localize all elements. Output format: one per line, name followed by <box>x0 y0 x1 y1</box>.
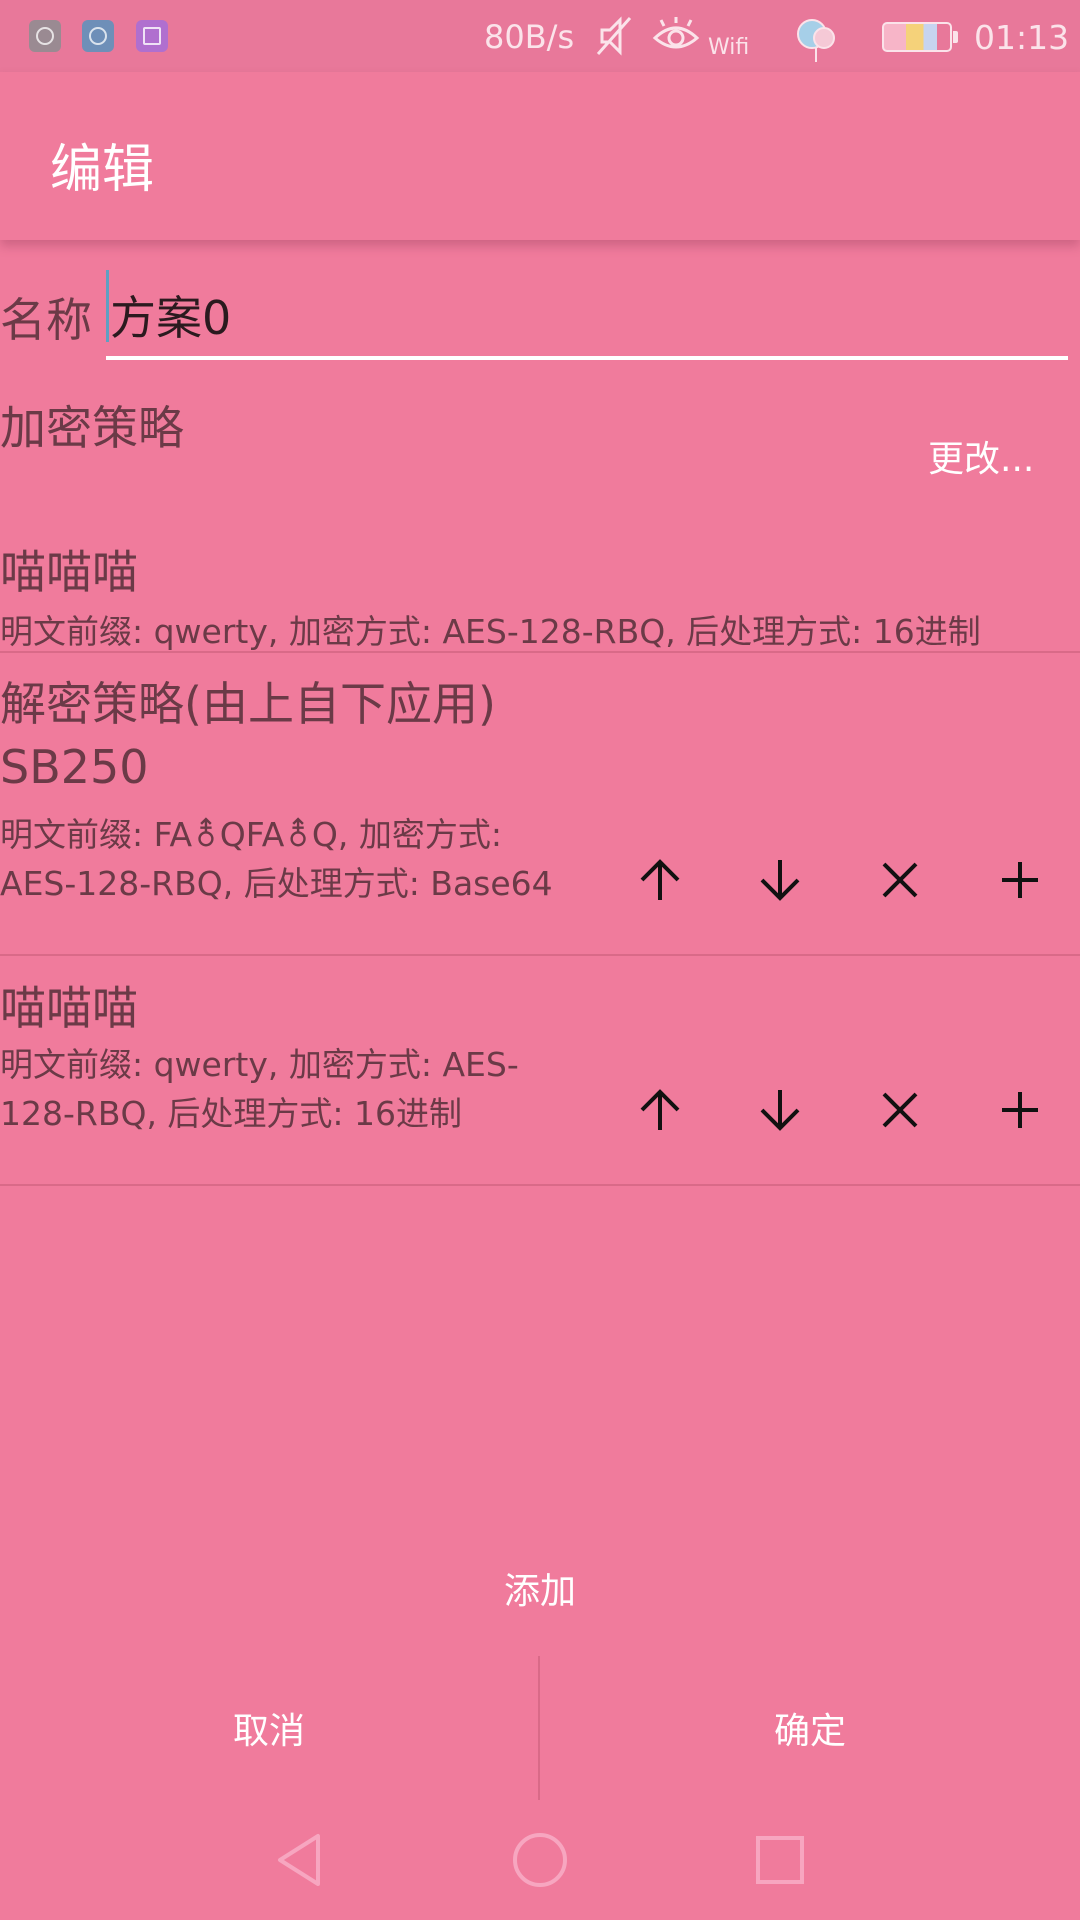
name-field[interactable]: 方案0 <box>106 268 1068 360</box>
home-icon <box>513 1833 567 1887</box>
clock: 01:13 <box>974 18 1070 57</box>
arrow-up-icon <box>640 1089 680 1130</box>
battery-icon <box>882 22 958 52</box>
divider <box>0 651 1080 653</box>
move-down-button[interactable] <box>740 1070 820 1150</box>
name-input-value[interactable]: 方案0 <box>110 282 231 348</box>
recents-icon <box>756 1836 804 1884</box>
mute-icon <box>594 14 634 69</box>
text-cursor <box>106 270 109 342</box>
close-icon <box>882 862 918 898</box>
decryption-heading: 解密策略(由上自下应用) <box>0 677 496 731</box>
back-button[interactable] <box>268 1828 332 1892</box>
recents-button[interactable] <box>748 1828 812 1892</box>
encryption-strategy-description: 明文前缀: qwerty, 加密方式: AES-128-RBQ, 后处理方式: … <box>0 612 981 651</box>
remove-button[interactable] <box>860 840 940 920</box>
list-item: 喵喵喵 明文前缀: qwerty, 加密方式: AES-128-RBQ, 后处理… <box>0 958 1080 1184</box>
move-up-button[interactable] <box>620 840 700 920</box>
back-icon <box>278 1834 320 1886</box>
move-up-button[interactable] <box>620 1070 700 1150</box>
arrow-up-icon <box>640 859 680 900</box>
eye-icon <box>652 14 700 69</box>
cancel-button[interactable]: 取消 <box>0 1656 538 1800</box>
app-icon-2 <box>82 20 114 52</box>
page-title: 编辑 <box>50 140 155 200</box>
wifi-icon: Wifi <box>708 26 749 70</box>
ok-button[interactable]: 确定 <box>541 1656 1079 1800</box>
remove-button[interactable] <box>860 1070 940 1150</box>
balloon-icon <box>792 14 842 75</box>
decryption-item-description: 明文前缀: qwerty, 加密方式: AES-128-RBQ, 后处理方式: … <box>0 1045 519 1133</box>
dialog-buttons: 取消 确定 <box>0 1656 1080 1800</box>
wifi-label: Wifi <box>708 35 750 60</box>
arrow-down-icon <box>760 860 800 901</box>
divider <box>0 954 1080 956</box>
plus-icon <box>1002 1092 1038 1128</box>
app-icon-1 <box>29 20 61 52</box>
change-button[interactable]: 更改... <box>928 430 1034 482</box>
gallery-icon <box>136 20 168 52</box>
add-after-button[interactable] <box>980 840 1060 920</box>
decryption-item-name: SB250 <box>0 740 149 794</box>
encryption-strategy-name: 喵喵喵 <box>0 545 138 599</box>
home-button[interactable] <box>508 1828 572 1892</box>
add-button[interactable]: 添加 <box>490 1562 590 1614</box>
button-separator <box>538 1656 540 1800</box>
decryption-item-name: 喵喵喵 <box>0 981 138 1035</box>
toolbar: 编辑 <box>0 72 1080 240</box>
move-down-button[interactable] <box>740 840 820 920</box>
name-label: 名称 <box>0 293 92 347</box>
navigation-bar <box>0 1800 1080 1920</box>
divider <box>0 1184 1080 1186</box>
list-item: SB250 明文前缀: FA⚨QFA⚨Q, 加密方式: AES-128-RBQ,… <box>0 730 1080 954</box>
network-speed: 80B/s <box>484 18 575 56</box>
plus-icon <box>1002 862 1038 898</box>
status-bar: 80B/s Wifi 01:13 <box>0 0 1080 72</box>
add-after-button[interactable] <box>980 1070 1060 1150</box>
arrow-down-icon <box>760 1090 800 1131</box>
close-icon <box>882 1092 918 1128</box>
encryption-heading: 加密策略 <box>0 401 184 455</box>
decryption-item-description: 明文前缀: FA⚨QFA⚨Q, 加密方式: AES-128-RBQ, 后处理方式… <box>0 815 553 903</box>
